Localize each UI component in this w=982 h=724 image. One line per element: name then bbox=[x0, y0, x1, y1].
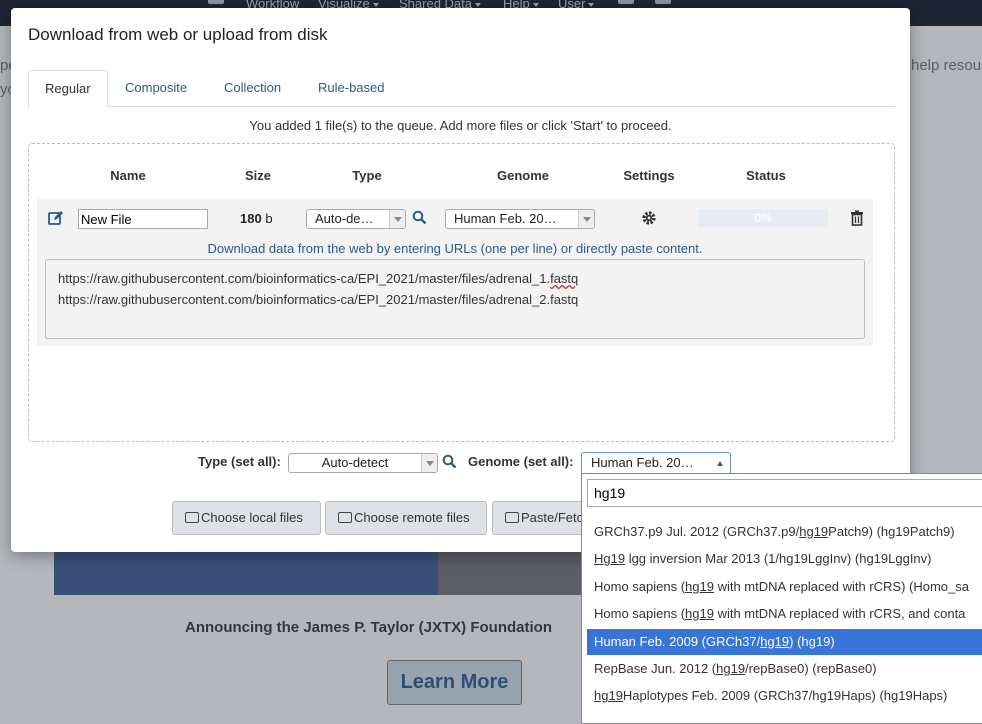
column-header-size: Size bbox=[244, 168, 271, 183]
file-genome-select[interactable]: Human Feb. 20… bbox=[445, 209, 595, 229]
folder-open-icon bbox=[338, 512, 352, 523]
genome-option[interactable]: hg19Haplotypes Feb. 2009 (GRCh37/hg19Hap… bbox=[587, 683, 982, 709]
column-header-name: Name bbox=[110, 168, 146, 183]
file-size: 180 b bbox=[240, 211, 273, 226]
chevron-down-icon bbox=[578, 210, 594, 228]
genome-option-text: /repBase0) (repBase0) bbox=[745, 661, 877, 676]
choose-local-files-button[interactable]: Choose local files bbox=[172, 501, 321, 535]
genome-set-all-value: Human Feb. 20… bbox=[591, 455, 694, 470]
column-header-settings: Settings bbox=[623, 168, 675, 183]
url-line-1-ext: fastq bbox=[550, 271, 579, 286]
column-header-type: Type bbox=[352, 168, 382, 183]
column-header-status: Status bbox=[746, 168, 786, 183]
column-header-genome: Genome bbox=[496, 168, 549, 183]
search-icon[interactable] bbox=[442, 454, 457, 472]
genome-option-match: Hg19 bbox=[594, 551, 626, 567]
modal-title: Download from web or upload from disk bbox=[28, 25, 328, 44]
paste-fetch-label: Paste/Fetc bbox=[521, 510, 584, 525]
genome-option-match: hg19 bbox=[799, 524, 829, 539]
file-type-value: Auto-de… bbox=[315, 211, 374, 226]
genome-option-text: GRCh37.p9 Jul. 2012 (GRCh37.p9/ bbox=[594, 524, 800, 539]
upload-progress-bar: 0% bbox=[698, 209, 828, 227]
genome-option-match: hg19 bbox=[594, 688, 623, 704]
genome-dropdown: GRCh37.p9 Jul. 2012 (GRCh37.p9/hg19Patch… bbox=[581, 473, 982, 724]
genome-option-match: hg19 bbox=[716, 661, 746, 676]
genome-option[interactable]: Human Feb. 2009 (GRCh37/hg19) (hg19) bbox=[587, 628, 982, 655]
genome-option[interactable]: Homo sapiens (hg19 with mtDNA replaced w… bbox=[587, 601, 982, 627]
genome-option-match: hg19 bbox=[760, 633, 790, 649]
genome-option[interactable]: GRCh37.p9 Jul. 2012 (GRCh37.p9/hg19Patch… bbox=[587, 519, 982, 545]
file-type-select[interactable]: Auto-de… bbox=[306, 209, 406, 229]
genome-option-partial[interactable] bbox=[587, 493, 982, 509]
genome-option-match: hg19 bbox=[685, 578, 714, 594]
type-set-all-value: Auto-detect bbox=[321, 455, 389, 470]
url-help-text: Download data from the web by entering U… bbox=[207, 241, 703, 256]
file-name-input[interactable] bbox=[78, 209, 208, 229]
genome-option-text: with mtDNA replaced with rCRS) (Homo_sa bbox=[713, 578, 969, 594]
genome-option[interactable]: Homo sapiens (hg19 with mtDNA replaced w… bbox=[587, 574, 982, 600]
edit-icon bbox=[505, 512, 519, 523]
genome-set-all-select[interactable]: Human Feb. 20… bbox=[581, 452, 731, 474]
file-size-unit: b bbox=[265, 211, 273, 226]
caret-down-icon bbox=[588, 2, 595, 7]
announcement-heading: Announcing the James P. Taylor (JXTX) Fo… bbox=[185, 619, 552, 636]
bg-text-fragment: help resou bbox=[911, 57, 982, 74]
learn-more-button[interactable]: Learn More bbox=[387, 660, 522, 705]
url-line-1: https://raw.githubusercontent.com/bioinf… bbox=[58, 268, 852, 289]
file-genome-value: Human Feb. 20… bbox=[454, 211, 557, 226]
search-icon[interactable] bbox=[412, 210, 427, 228]
file-size-value: 180 bbox=[240, 211, 262, 226]
genome-option-text: ) (hg19) bbox=[789, 633, 835, 649]
genome-option-text: Human Feb. 2009 (GRCh37/ bbox=[594, 633, 761, 649]
tab-composite[interactable]: Composite bbox=[109, 70, 203, 107]
url-line-1-text: https://raw.githubusercontent.com/bioinf… bbox=[58, 271, 551, 286]
genome-option-text: with mtDNA replaced with rCRS, and conta bbox=[713, 606, 966, 622]
genome-option-text: RepBase Jun. 2012 ( bbox=[594, 661, 717, 676]
chevron-up-icon bbox=[717, 461, 723, 466]
caret-down-icon bbox=[372, 2, 379, 7]
laptop-icon bbox=[185, 512, 199, 523]
genome-option-text: Haplotypes Feb. 2009 (GRCh37/hg19Haps) (… bbox=[622, 688, 948, 704]
url-paste-textarea[interactable]: https://raw.githubusercontent.com/bioinf… bbox=[45, 259, 865, 339]
queue-message: You added 1 file(s) to the queue. Add mo… bbox=[249, 118, 672, 133]
type-set-all-select[interactable]: Auto-detect bbox=[288, 453, 438, 473]
genome-option[interactable]: RepBase Jun. 2012 (hg19/repBase0) (repBa… bbox=[587, 656, 982, 682]
genome-option-text: Homo sapiens ( bbox=[594, 606, 686, 622]
caret-down-icon bbox=[475, 2, 481, 7]
genome-option-text: lgg inversion Mar 2013 (1/hg19LggInv) (h… bbox=[625, 551, 932, 567]
choose-remote-files-button[interactable]: Choose remote files bbox=[325, 501, 487, 535]
chevron-down-icon bbox=[389, 210, 405, 228]
upload-icon[interactable] bbox=[618, 0, 634, 4]
choose-local-label: Choose local files bbox=[201, 510, 303, 525]
genome-option[interactable]: Hg19 lgg inversion Mar 2013 (1/hg19LggIn… bbox=[587, 546, 982, 572]
gear-icon[interactable] bbox=[641, 210, 657, 229]
caret-down-icon bbox=[532, 2, 539, 7]
tab-rule-based[interactable]: Rule-based bbox=[302, 70, 401, 107]
edit-icon[interactable] bbox=[48, 210, 64, 229]
chevron-down-icon bbox=[421, 454, 437, 472]
genome-option-text: Patch9) (hg19Patch9) bbox=[828, 524, 955, 539]
genome-option-match: hg19 bbox=[685, 606, 714, 622]
home-icon[interactable] bbox=[208, 0, 224, 4]
trash-icon[interactable] bbox=[850, 210, 864, 229]
genome-set-all-label: Genome (set all): bbox=[468, 454, 574, 469]
upload-tabs: Regular Composite Collection Rule-based bbox=[28, 70, 895, 108]
tab-collection[interactable]: Collection bbox=[208, 70, 297, 107]
choose-remote-label: Choose remote files bbox=[354, 510, 470, 525]
genome-option-text: Homo sapiens ( bbox=[594, 578, 686, 594]
tab-regular[interactable]: Regular bbox=[28, 70, 108, 108]
grid-icon[interactable] bbox=[655, 0, 671, 4]
url-line-2: https://raw.githubusercontent.com/bioinf… bbox=[58, 292, 579, 307]
paste-fetch-button[interactable]: Paste/Fetc bbox=[492, 501, 588, 535]
type-set-all-label: Type (set all): bbox=[198, 454, 281, 469]
